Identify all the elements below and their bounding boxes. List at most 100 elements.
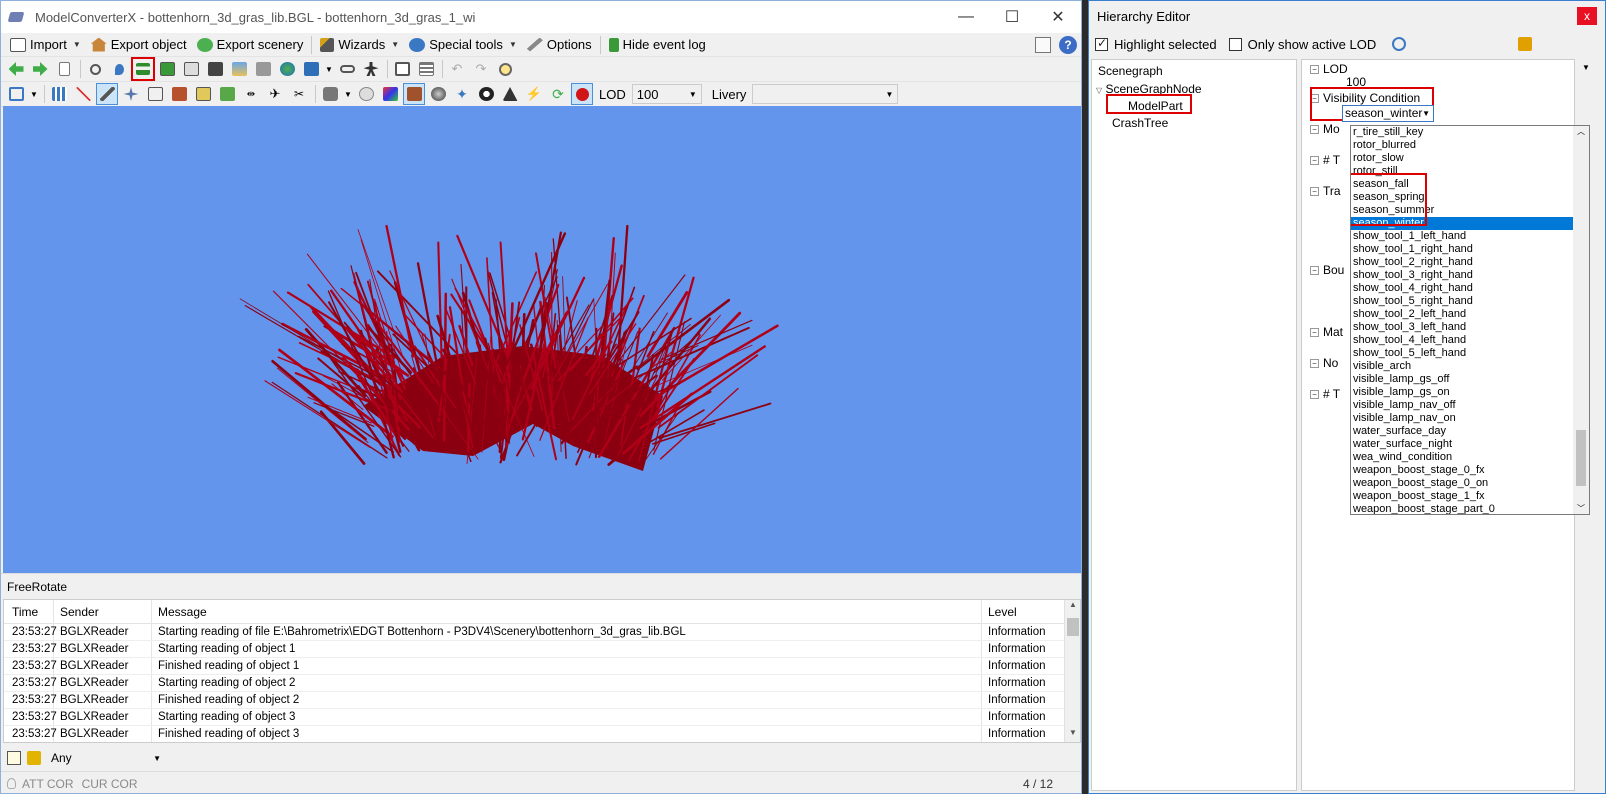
dropdown-item[interactable]: water_surface_day: [1351, 425, 1589, 438]
axes-icon[interactable]: [72, 83, 94, 105]
camera-icon[interactable]: [319, 83, 341, 105]
clock-icon[interactable]: [494, 58, 516, 80]
list-icon[interactable]: [415, 58, 437, 80]
tools-icon[interactable]: ✂: [288, 83, 310, 105]
dropdown-item[interactable]: visible_lamp_nav_off: [1351, 399, 1589, 412]
photo-icon[interactable]: [228, 58, 250, 80]
wireframe-box-icon[interactable]: [144, 83, 166, 105]
dropdown-scrollbar[interactable]: ︿ ﹀: [1573, 126, 1589, 514]
table-row[interactable]: 23:53:27 BGLXReader Starting reading of ob…: [4, 641, 1080, 658]
textured-cube-icon[interactable]: [403, 83, 425, 105]
dropdown-item[interactable]: show_tool_5_left_hand: [1351, 347, 1589, 360]
hide-event-log-menu[interactable]: Hide event log: [604, 34, 711, 56]
dropdown-arrow-icon[interactable]: ▼: [29, 83, 39, 105]
prop-lod[interactable]: − LOD: [1310, 62, 1348, 76]
film-icon[interactable]: [204, 58, 226, 80]
options-menu[interactable]: Options: [522, 34, 597, 56]
chevron-up-icon[interactable]: ︿: [1573, 126, 1589, 137]
ball-icon[interactable]: [475, 83, 497, 105]
col-level[interactable]: Level: [982, 600, 1062, 623]
refresh-icon[interactable]: ⟳: [547, 83, 569, 105]
prop-partial[interactable]: − Bou: [1310, 263, 1344, 277]
prop-partial[interactable]: − Mat: [1310, 325, 1343, 339]
lightning-icon[interactable]: ⚡: [523, 83, 545, 105]
log-scrollbar[interactable]: ▲ ▼: [1064, 600, 1080, 742]
screen-icon[interactable]: [391, 58, 413, 80]
grid-icon[interactable]: [48, 83, 70, 105]
image-search-icon[interactable]: [180, 58, 202, 80]
dropdown-item[interactable]: weapon_boost_stage_1_fx: [1351, 490, 1589, 503]
prop-partial[interactable]: − # T: [1310, 153, 1340, 167]
redo-icon[interactable]: ↷: [470, 58, 492, 80]
brick-icon[interactable]: [168, 83, 190, 105]
magnifier-icon[interactable]: [84, 58, 106, 80]
dropdown-item[interactable]: visible_lamp_nav_on: [1351, 412, 1589, 425]
dropdown-arrow-icon[interactable]: ▼: [324, 58, 334, 80]
prop-partial[interactable]: − # T: [1310, 387, 1340, 401]
dropdown-item[interactable]: show_tool_1_left_hand: [1351, 230, 1589, 243]
special-tools-menu[interactable]: Special tools ▼: [404, 34, 522, 56]
edit-icon[interactable]: [7, 751, 21, 765]
dropdown-item[interactable]: visible_lamp_gs_on: [1351, 386, 1589, 399]
pin-icon[interactable]: [108, 58, 130, 80]
help-icon[interactable]: ?: [1059, 35, 1077, 54]
zoom-extents-icon[interactable]: [5, 83, 27, 105]
document-icon[interactable]: [53, 58, 75, 80]
dropdown-item[interactable]: rotor_slow: [1351, 152, 1589, 165]
title-bar[interactable]: ModelConverterX - bottenhorn_3d_gras_lib…: [1, 1, 1081, 33]
dropdown-item[interactable]: show_tool_3_right_hand: [1351, 269, 1589, 282]
import-menu[interactable]: Import ▼: [5, 34, 86, 56]
maximize-button[interactable]: ☐: [989, 1, 1035, 33]
table-row[interactable]: 23:53:27 BGLXReader Finished reading of ob…: [4, 658, 1080, 675]
highlight-selected-checkbox[interactable]: [1095, 36, 1108, 51]
brush-icon[interactable]: [27, 751, 41, 765]
dropdown-item[interactable]: show_tool_2_left_hand: [1351, 308, 1589, 321]
col-sender[interactable]: Sender: [54, 600, 152, 623]
scroll-thumb[interactable]: [1576, 430, 1586, 486]
dropdown-item[interactable]: show_tool_3_left_hand: [1351, 321, 1589, 334]
grid-image-icon[interactable]: [252, 58, 274, 80]
3d-viewport[interactable]: [3, 106, 1081, 573]
table-row[interactable]: 23:53:27 BGLXReader Starting reading of fi…: [4, 624, 1080, 641]
prop-partial[interactable]: − Mo: [1310, 122, 1340, 136]
visibility-dropdown-list[interactable]: r_tire_still_key rotor_blurred rotor_slow r…: [1350, 125, 1590, 515]
tree-node-crashtree[interactable]: CrashTree: [1112, 116, 1168, 130]
table-row[interactable]: 23:53:27 BGLXReader Starting reading of ob…: [4, 675, 1080, 692]
hierarchy-editor-icon[interactable]: [131, 57, 155, 81]
dropdown-item[interactable]: show_tool_2_right_hand: [1351, 256, 1589, 269]
back-arrow-icon[interactable]: [5, 58, 27, 80]
terrain-icon[interactable]: [216, 83, 238, 105]
lod-combo[interactable]: 100 ▼: [631, 84, 702, 104]
table-row[interactable]: 23:53:27 BGLXReader Finished reading of ob…: [4, 726, 1080, 742]
solid-box-icon[interactable]: [192, 83, 214, 105]
scroll-thumb[interactable]: [1067, 618, 1079, 636]
search-icon[interactable]: [1392, 37, 1407, 51]
only-active-lod-checkbox[interactable]: [1228, 37, 1242, 51]
undo-icon[interactable]: ↶: [446, 58, 468, 80]
forward-arrow-icon[interactable]: [29, 58, 51, 80]
col-message[interactable]: Message: [152, 600, 982, 623]
export-object-menu[interactable]: Export object: [86, 34, 192, 56]
link-icon[interactable]: [336, 58, 358, 80]
table-row[interactable]: 23:53:27 BGLXReader Starting reading of ob…: [4, 709, 1080, 726]
close-button[interactable]: ✕: [1035, 1, 1081, 33]
visibility-combo[interactable]: season_winter ▼: [1342, 105, 1434, 122]
chevron-down-icon[interactable]: ▼: [1579, 63, 1593, 73]
dropdown-item[interactable]: water_surface_night: [1351, 438, 1589, 451]
layout-icon[interactable]: [1035, 36, 1051, 53]
dropdown-item[interactable]: visible_lamp_gs_off: [1351, 373, 1589, 386]
dropdown-item[interactable]: weapon_boost_stage_0_on: [1351, 477, 1589, 490]
airplane-icon[interactable]: ✈: [264, 83, 286, 105]
pyramid-icon[interactable]: [499, 83, 521, 105]
dropdown-item[interactable]: show_tool_4_right_hand: [1351, 282, 1589, 295]
he-close-button[interactable]: x: [1577, 7, 1597, 25]
dropdown-item[interactable]: show_tool_4_left_hand: [1351, 334, 1589, 347]
dropdown-arrow-icon[interactable]: ▼: [343, 83, 353, 105]
scroll-down-icon[interactable]: ▼: [1065, 728, 1080, 742]
sphere-icon[interactable]: [427, 83, 449, 105]
dropdown-item[interactable]: weapon_boost_stage_part_0: [1351, 503, 1589, 514]
monitor-icon[interactable]: [300, 58, 322, 80]
col-time[interactable]: Time: [4, 600, 54, 623]
light-icon[interactable]: ✦: [451, 83, 473, 105]
dropdown-item[interactable]: weapon_boost_stage_0_fx: [1351, 464, 1589, 477]
